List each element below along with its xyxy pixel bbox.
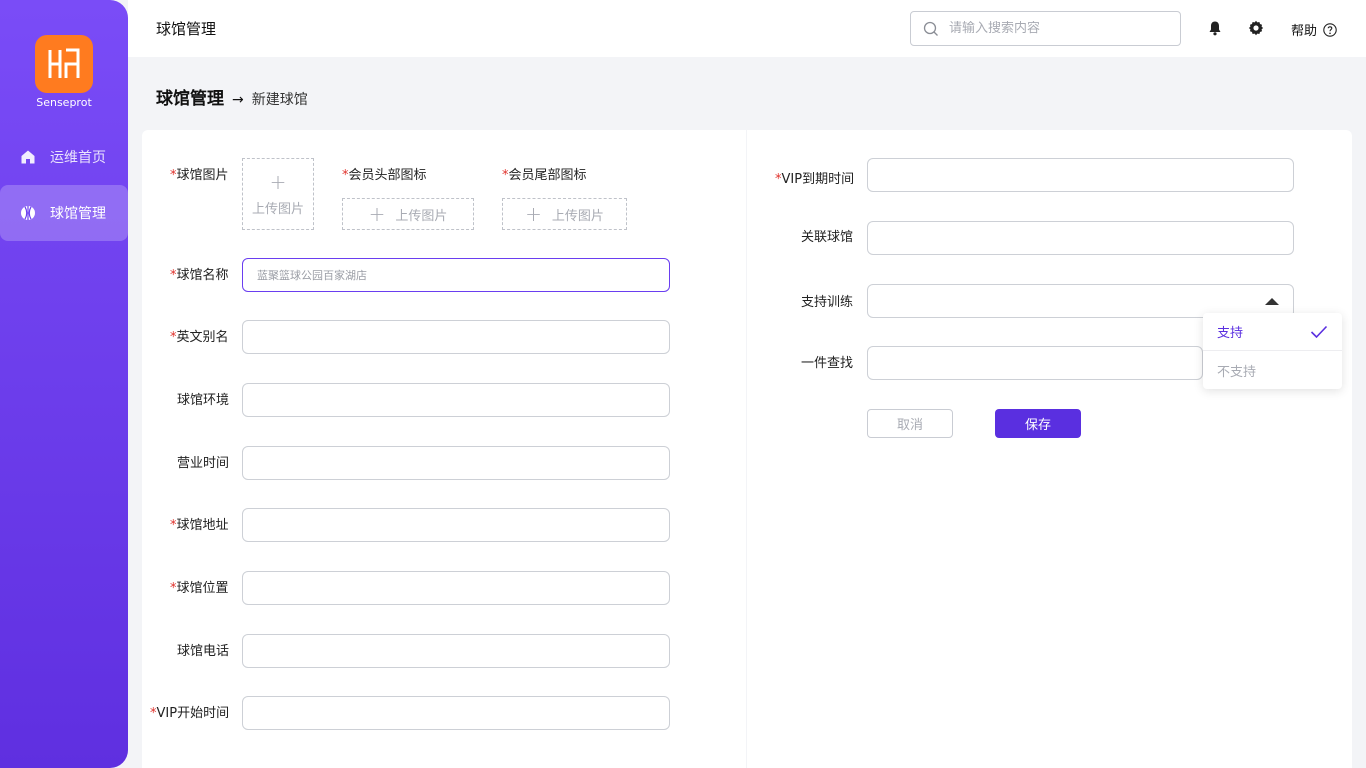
one-click-search-label: 一件查找 — [801, 356, 854, 371]
venue-image-upload[interactable]: + 上传图片 — [242, 158, 314, 230]
phone-field[interactable] — [242, 634, 670, 668]
phone-input[interactable] — [243, 635, 669, 667]
breadcrumb-current: 新建球馆 — [251, 92, 308, 108]
linked-venue-field[interactable] — [867, 221, 1294, 255]
english-alias-input[interactable] — [243, 321, 669, 353]
brand-logo-icon — [48, 48, 80, 78]
sidebar-item-ops-home[interactable]: 运维首页 — [0, 129, 128, 185]
phone-label: 球馆电话 — [177, 644, 230, 659]
address-field[interactable] — [242, 508, 670, 542]
gear-icon[interactable] — [1248, 20, 1264, 36]
home-icon — [21, 150, 35, 164]
sidebar-item-label: 球馆管理 — [50, 206, 106, 222]
venue-name-field[interactable] — [242, 258, 670, 292]
save-button[interactable]: 保存 — [995, 409, 1081, 438]
help-link[interactable]: 帮助 — [1291, 20, 1337, 39]
plus-icon: + — [269, 169, 287, 194]
english-alias-label: *英文别名 — [170, 330, 229, 345]
brand-logo[interactable] — [35, 35, 93, 93]
dropdown-option-not-support[interactable]: 不支持 — [1203, 351, 1342, 389]
upload-label: 上传图片 — [251, 201, 304, 217]
plus-icon: + — [368, 202, 386, 226]
member-head-icon-upload[interactable]: + 上传图片 — [342, 198, 474, 230]
dropdown-option-support[interactable]: 支持 — [1203, 313, 1342, 351]
help-label: 帮助 — [1291, 24, 1318, 39]
one-click-search-input[interactable] — [868, 347, 1202, 379]
search-box[interactable] — [910, 11, 1181, 46]
venue-name-label: *球馆名称 — [170, 268, 229, 283]
question-circle-icon — [1323, 22, 1337, 37]
vip-end-label: *VIP到期时间 — [775, 172, 855, 187]
member-tail-icon-label: *会员尾部图标 — [502, 168, 587, 183]
location-field[interactable] — [242, 571, 670, 605]
english-alias-field[interactable] — [242, 320, 670, 354]
venue-image-label: *球馆图片 — [170, 168, 229, 183]
vip-start-input[interactable] — [243, 697, 669, 729]
caret-up-icon — [1265, 298, 1279, 305]
breadcrumb: 球馆管理 → 新建球馆 — [156, 84, 308, 109]
address-input[interactable] — [243, 509, 669, 541]
plus-icon: + — [525, 202, 542, 226]
location-label: *球馆位置 — [170, 581, 229, 596]
address-label: *球馆地址 — [170, 518, 229, 533]
search-input[interactable] — [949, 21, 1159, 36]
location-input[interactable] — [243, 572, 669, 604]
bell-icon[interactable] — [1207, 20, 1223, 36]
cancel-button[interactable]: 取消 — [867, 409, 953, 438]
dropdown-option-label: 不支持 — [1217, 364, 1257, 380]
page-header-title: 球馆管理 — [156, 20, 217, 38]
environment-field[interactable] — [242, 383, 670, 417]
business-hours-field[interactable] — [242, 446, 670, 480]
sidebar-item-label: 运维首页 — [50, 150, 106, 166]
business-hours-label: 营业时间 — [177, 456, 230, 471]
linked-venue-label: 关联球馆 — [801, 230, 854, 245]
sidebar: Senseprot 运维首页 球馆管理 — [0, 0, 128, 768]
upload-label: 上传图片 — [395, 208, 448, 224]
brand-name: Senseprot — [36, 96, 92, 109]
breadcrumb-separator: → — [232, 92, 244, 108]
member-tail-icon-upload[interactable]: + 上传图片 — [502, 198, 627, 230]
check-icon — [1310, 325, 1328, 338]
vip-end-input[interactable] — [868, 159, 1293, 191]
business-hours-input[interactable] — [243, 447, 669, 479]
upload-label: 上传图片 — [551, 208, 604, 224]
search-icon — [923, 21, 938, 36]
environment-label: 球馆环境 — [177, 393, 230, 408]
linked-venue-input[interactable] — [868, 222, 1293, 254]
dropdown-option-label: 支持 — [1217, 326, 1244, 341]
basketball-icon — [21, 206, 35, 220]
support-training-dropdown: 支持 不支持 — [1203, 313, 1342, 389]
vip-start-label: *VIP开始时间 — [150, 706, 230, 721]
support-training-label: 支持训练 — [801, 295, 854, 310]
vip-end-field[interactable] — [867, 158, 1294, 192]
sidebar-item-venue-management[interactable]: 球馆管理 — [0, 185, 128, 241]
venue-name-input[interactable] — [243, 259, 669, 291]
top-bar: 球馆管理 帮助 — [128, 0, 1366, 57]
breadcrumb-parent[interactable]: 球馆管理 — [156, 84, 224, 109]
vip-start-field[interactable] — [242, 696, 670, 730]
one-click-search-field[interactable] — [867, 346, 1203, 380]
member-head-icon-label: *会员头部图标 — [342, 168, 427, 183]
environment-input[interactable] — [243, 384, 669, 416]
